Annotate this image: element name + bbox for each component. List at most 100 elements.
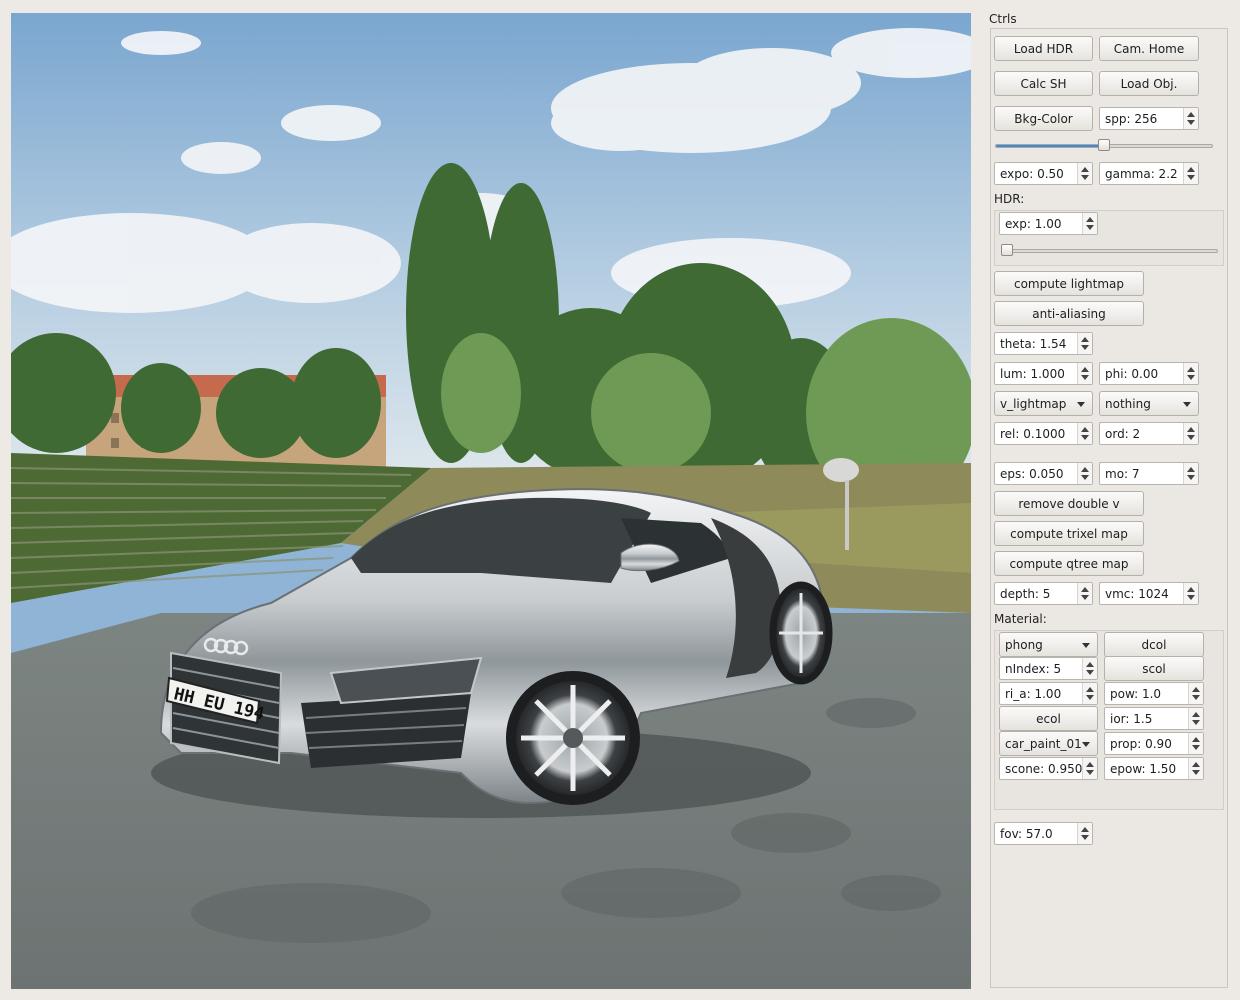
cam-home-button[interactable]: Cam. Home <box>1099 36 1199 61</box>
phi-spinbox[interactable]: phi: 0.00 <box>1099 362 1199 385</box>
gamma-spinbox[interactable]: gamma: 2.2 <box>1099 162 1199 185</box>
decrement-arrow-icon[interactable] <box>1086 695 1094 700</box>
load-hdr-button[interactable]: Load HDR <box>994 36 1093 61</box>
spp-spinbox[interactable]: spp: 256 <box>1099 107 1199 130</box>
decrement-arrow-icon[interactable] <box>1192 745 1200 750</box>
decrement-arrow-icon[interactable] <box>1187 435 1195 440</box>
increment-arrow-icon[interactable] <box>1187 467 1195 472</box>
vmc-stepper[interactable] <box>1183 583 1198 604</box>
decrement-arrow-icon[interactable] <box>1192 720 1200 725</box>
lum-stepper[interactable] <box>1077 363 1092 384</box>
eps-spinbox[interactable]: eps: 0.050 <box>994 462 1093 485</box>
mo-spinbox[interactable]: mo: 7 <box>1099 462 1199 485</box>
mo-stepper[interactable] <box>1183 463 1198 484</box>
prop-stepper[interactable] <box>1188 733 1203 754</box>
depth-stepper[interactable] <box>1077 583 1092 604</box>
increment-arrow-icon[interactable] <box>1086 687 1094 692</box>
hdr-exp-slider[interactable] <box>1001 249 1218 253</box>
increment-arrow-icon[interactable] <box>1187 112 1195 117</box>
decrement-arrow-icon[interactable] <box>1192 695 1200 700</box>
ecol-button[interactable]: ecol <box>999 706 1098 731</box>
lightmap-mode-select[interactable]: v_lightmap <box>994 391 1093 416</box>
hdr-exp-spinbox[interactable]: exp: 1.00 <box>999 212 1098 235</box>
compute-qtree-map-button[interactable]: compute qtree map <box>994 551 1144 576</box>
phi-stepper[interactable] <box>1183 363 1198 384</box>
decrement-arrow-icon[interactable] <box>1081 835 1089 840</box>
pow-spinbox[interactable]: pow: 1.0 <box>1104 682 1204 705</box>
shader-select[interactable]: phong <box>999 632 1098 657</box>
increment-arrow-icon[interactable] <box>1187 167 1195 172</box>
epow-stepper[interactable] <box>1188 758 1203 779</box>
hdr-exp-stepper[interactable] <box>1082 213 1097 234</box>
compute-trixel-map-button[interactable]: compute trixel map <box>994 521 1144 546</box>
compute-lightmap-button[interactable]: compute lightmap <box>994 271 1144 296</box>
increment-arrow-icon[interactable] <box>1081 587 1089 592</box>
spp-slider-handle[interactable] <box>1098 139 1110 151</box>
increment-arrow-icon[interactable] <box>1187 367 1195 372</box>
load-obj-button[interactable]: Load Obj. <box>1099 71 1199 96</box>
increment-arrow-icon[interactable] <box>1192 712 1200 717</box>
expo-spinbox[interactable]: expo: 0.50 <box>994 162 1093 185</box>
theta-spinbox[interactable]: theta: 1.54 <box>994 332 1093 355</box>
decrement-arrow-icon[interactable] <box>1086 225 1094 230</box>
decrement-arrow-icon[interactable] <box>1192 770 1200 775</box>
decrement-arrow-icon[interactable] <box>1086 770 1094 775</box>
increment-arrow-icon[interactable] <box>1081 367 1089 372</box>
increment-arrow-icon[interactable] <box>1192 762 1200 767</box>
pow-stepper[interactable] <box>1188 683 1203 704</box>
render-viewport[interactable]: HH EU 194 <box>11 13 971 989</box>
dcol-button[interactable]: dcol <box>1104 632 1204 657</box>
increment-arrow-icon[interactable] <box>1081 337 1089 342</box>
hdr-exp-slider-handle[interactable] <box>1001 244 1013 256</box>
increment-arrow-icon[interactable] <box>1081 167 1089 172</box>
decrement-arrow-icon[interactable] <box>1081 375 1089 380</box>
fov-spinbox[interactable]: fov: 57.0 <box>994 822 1093 845</box>
ord-stepper[interactable] <box>1183 423 1198 444</box>
prop-spinbox[interactable]: prop: 0.90 <box>1104 732 1204 755</box>
increment-arrow-icon[interactable] <box>1187 427 1195 432</box>
depth-spinbox[interactable]: depth: 5 <box>994 582 1093 605</box>
remove-double-v-button[interactable]: remove double v <box>994 491 1144 516</box>
decrement-arrow-icon[interactable] <box>1081 475 1089 480</box>
nindex-spinbox[interactable]: nIndex: 5 <box>999 657 1098 680</box>
epow-spinbox[interactable]: epow: 1.50 <box>1104 757 1204 780</box>
ri-a-spinbox[interactable]: ri_a: 1.00 <box>999 682 1098 705</box>
decrement-arrow-icon[interactable] <box>1187 120 1195 125</box>
anti-aliasing-button[interactable]: anti-aliasing <box>994 301 1144 326</box>
increment-arrow-icon[interactable] <box>1192 737 1200 742</box>
lum-spinbox[interactable]: lum: 1.000 <box>994 362 1093 385</box>
decrement-arrow-icon[interactable] <box>1187 595 1195 600</box>
theta-stepper[interactable] <box>1077 333 1092 354</box>
decrement-arrow-icon[interactable] <box>1187 475 1195 480</box>
filter-select[interactable]: nothing <box>1099 391 1199 416</box>
increment-arrow-icon[interactable] <box>1086 662 1094 667</box>
fov-stepper[interactable] <box>1077 823 1092 844</box>
rel-spinbox[interactable]: rel: 0.1000 <box>994 422 1093 445</box>
nindex-stepper[interactable] <box>1082 658 1097 679</box>
decrement-arrow-icon[interactable] <box>1187 375 1195 380</box>
rel-stepper[interactable] <box>1077 423 1092 444</box>
ior-spinbox[interactable]: ior: 1.5 <box>1104 707 1204 730</box>
gamma-stepper[interactable] <box>1183 163 1198 184</box>
eps-stepper[interactable] <box>1077 463 1092 484</box>
calc-sh-button[interactable]: Calc SH <box>994 71 1093 96</box>
ord-spinbox[interactable]: ord: 2 <box>1099 422 1199 445</box>
increment-arrow-icon[interactable] <box>1081 467 1089 472</box>
decrement-arrow-icon[interactable] <box>1081 435 1089 440</box>
increment-arrow-icon[interactable] <box>1081 427 1089 432</box>
increment-arrow-icon[interactable] <box>1086 217 1094 222</box>
ior-stepper[interactable] <box>1188 708 1203 729</box>
scol-button[interactable]: scol <box>1104 656 1204 681</box>
vmc-spinbox[interactable]: vmc: 1024 <box>1099 582 1199 605</box>
decrement-arrow-icon[interactable] <box>1187 175 1195 180</box>
scone-spinbox[interactable]: scone: 0.950 <box>999 757 1098 780</box>
decrement-arrow-icon[interactable] <box>1086 670 1094 675</box>
ri-a-stepper[interactable] <box>1082 683 1097 704</box>
increment-arrow-icon[interactable] <box>1192 687 1200 692</box>
decrement-arrow-icon[interactable] <box>1081 175 1089 180</box>
scone-stepper[interactable] <box>1082 758 1097 779</box>
increment-arrow-icon[interactable] <box>1086 762 1094 767</box>
expo-stepper[interactable] <box>1077 163 1092 184</box>
decrement-arrow-icon[interactable] <box>1081 595 1089 600</box>
increment-arrow-icon[interactable] <box>1187 587 1195 592</box>
